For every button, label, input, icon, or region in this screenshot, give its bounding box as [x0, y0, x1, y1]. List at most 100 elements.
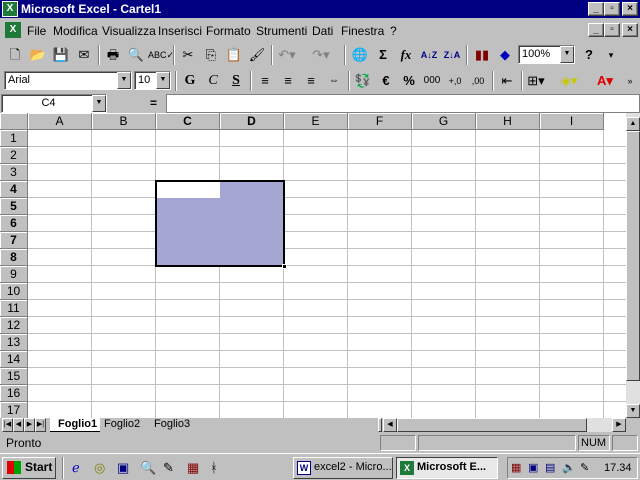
autosum-icon[interactable]: Σ [372, 45, 394, 65]
thousands-button[interactable]: 000 [421, 71, 443, 91]
help-icon[interactable]: ? [578, 45, 600, 65]
chevron-down-icon[interactable]: ▼ [117, 72, 131, 89]
chevron-down-icon[interactable]: ▼ [156, 72, 170, 89]
print-icon[interactable]: 🖶 [102, 45, 124, 65]
tray-icon[interactable]: ▦ [511, 461, 521, 474]
column-header-i[interactable]: I [540, 113, 604, 130]
sort-descending-icon[interactable]: Z↓A [441, 45, 463, 65]
notepad-icon[interactable]: ✎ [163, 460, 174, 476]
chart-wizard-icon[interactable]: ▮▮ [471, 45, 493, 65]
scroll-right-icon[interactable]: ▶ [612, 418, 626, 432]
row-header-6[interactable]: 6 [0, 215, 28, 232]
column-header-h[interactable]: H [476, 113, 540, 130]
equals-sign[interactable]: = [150, 96, 157, 110]
increase-decimal-button[interactable]: +,0 [444, 71, 466, 91]
row-header-14[interactable]: 14 [0, 351, 28, 368]
email-icon[interactable]: ✉ [73, 45, 95, 65]
scroll-left-icon[interactable]: ◀ [383, 418, 397, 432]
select-all-corner[interactable] [0, 113, 28, 130]
scroll-up-icon[interactable]: ▲ [626, 117, 640, 131]
underline-button[interactable]: S [225, 71, 247, 91]
vertical-scrollbar[interactable]: ▲ ▼ [626, 113, 640, 418]
app-icon[interactable]: ▦ [187, 460, 199, 476]
tray-icon[interactable]: ✎ [580, 461, 589, 474]
italic-button[interactable]: C [202, 71, 224, 91]
align-left-icon[interactable]: ≡ [254, 71, 276, 91]
next-sheet-icon[interactable]: ▶ [24, 418, 35, 432]
sheet-tab-foglio3[interactable]: Foglio3 [154, 418, 190, 432]
row-header-7[interactable]: 7 [0, 232, 28, 249]
menu-file[interactable]: File [27, 24, 46, 38]
font-color-icon[interactable]: A▾ [594, 71, 616, 91]
chevron-down-icon[interactable]: ▼ [92, 95, 106, 112]
row-header-16[interactable]: 16 [0, 385, 28, 402]
row-header-1[interactable]: 1 [0, 130, 28, 147]
menu-visualizza[interactable]: Visualizza [102, 24, 156, 38]
menu-inserisci[interactable]: Inserisci [158, 24, 202, 38]
menu-formato[interactable]: Formato [206, 24, 251, 38]
menu-finestra[interactable]: Finestra [341, 24, 384, 38]
maximize-button[interactable]: ▫ [604, 2, 620, 16]
column-header-b[interactable]: B [92, 113, 156, 130]
column-header-e[interactable]: E [284, 113, 348, 130]
bold-button[interactable]: G [179, 71, 201, 91]
align-right-icon[interactable]: ≡ [300, 71, 322, 91]
doc-restore-button[interactable]: ▫ [604, 23, 620, 37]
scroll-down-icon[interactable]: ▼ [626, 404, 640, 418]
align-center-icon[interactable]: ≡ [277, 71, 299, 91]
quick-launch-icon[interactable]: ᚼ [210, 460, 218, 475]
format-painter-icon[interactable]: 🖌 [246, 45, 268, 65]
column-header-f[interactable]: F [348, 113, 412, 130]
start-button[interactable]: Start [2, 457, 56, 479]
menu-help[interactable]: ? [390, 24, 397, 38]
row-header-8[interactable]: 8 [0, 249, 28, 266]
tab-split-handle[interactable] [378, 418, 382, 432]
indent-icon[interactable]: ⇤ [496, 71, 518, 91]
name-box[interactable]: C4 ▼ [1, 94, 107, 113]
taskbar-button-excel[interactable]: X Microsoft E... [396, 457, 498, 479]
row-header-11[interactable]: 11 [0, 300, 28, 317]
row-header-15[interactable]: 15 [0, 368, 28, 385]
sheet-tab-foglio1[interactable]: Foglio1 [50, 418, 100, 432]
sort-ascending-icon[interactable]: A↓Z [418, 45, 440, 65]
borders-icon[interactable]: ⊞▾ [525, 71, 547, 91]
internet-explorer-icon[interactable]: ℯ [72, 460, 80, 476]
tray-icon[interactable]: ▣ [528, 461, 538, 474]
zoom-select[interactable]: 100% ▼ [518, 45, 575, 64]
column-header-a[interactable]: A [28, 113, 92, 130]
formula-input[interactable] [166, 94, 640, 113]
row-header-4[interactable]: 4 [0, 181, 28, 198]
menu-strumenti[interactable]: Strumenti [256, 24, 307, 38]
doc-close-button[interactable]: × [622, 23, 638, 37]
network-icon[interactable]: ▤ [545, 461, 555, 474]
fill-color-icon[interactable]: ◈▾ [558, 71, 580, 91]
horizontal-scrollbar[interactable]: ◀ ▶ [383, 418, 626, 432]
worksheet-grid[interactable]: ABCDEFGHI 1 2 3 4 5 6 7 8 9 10 11 12 13 14 15 16 17 [0, 113, 626, 418]
last-sheet-icon[interactable]: ▶| [35, 418, 46, 432]
row-header-5[interactable]: 5 [0, 198, 28, 215]
chevron-down-icon[interactable]: ▼ [560, 46, 574, 63]
close-button[interactable]: × [622, 2, 638, 16]
more-buttons-icon[interactable]: ▾ [600, 45, 622, 65]
euro-button[interactable]: € [375, 71, 397, 91]
taskbar-button-excel2[interactable]: W excel2 - Micro... [293, 457, 393, 479]
percent-button[interactable]: % [398, 71, 420, 91]
undo-icon[interactable]: ↶▾ [276, 45, 298, 65]
horizontal-scroll-thumb[interactable] [397, 418, 587, 432]
minimize-button[interactable]: _ [588, 2, 604, 16]
row-header-9[interactable]: 9 [0, 266, 28, 283]
paste-icon[interactable]: 📋 [223, 45, 245, 65]
explorer-icon[interactable]: 🔍 [140, 460, 156, 476]
desktop-icon[interactable]: ▣ [117, 460, 129, 476]
clock[interactable]: 17.34 [604, 462, 632, 474]
doc-minimize-button[interactable]: _ [588, 23, 604, 37]
new-icon[interactable]: 🗋 [4, 45, 26, 65]
drawing-icon[interactable]: ◆ [494, 45, 516, 65]
font-select[interactable]: Arial ▼ [4, 71, 132, 90]
column-header-c[interactable]: C [156, 113, 220, 130]
more-buttons-icon[interactable]: » [622, 71, 638, 91]
row-header-3[interactable]: 3 [0, 164, 28, 181]
row-header-2[interactable]: 2 [0, 147, 28, 164]
column-header-d[interactable]: D [220, 113, 284, 130]
print-preview-icon[interactable]: 🔍 [125, 45, 147, 65]
